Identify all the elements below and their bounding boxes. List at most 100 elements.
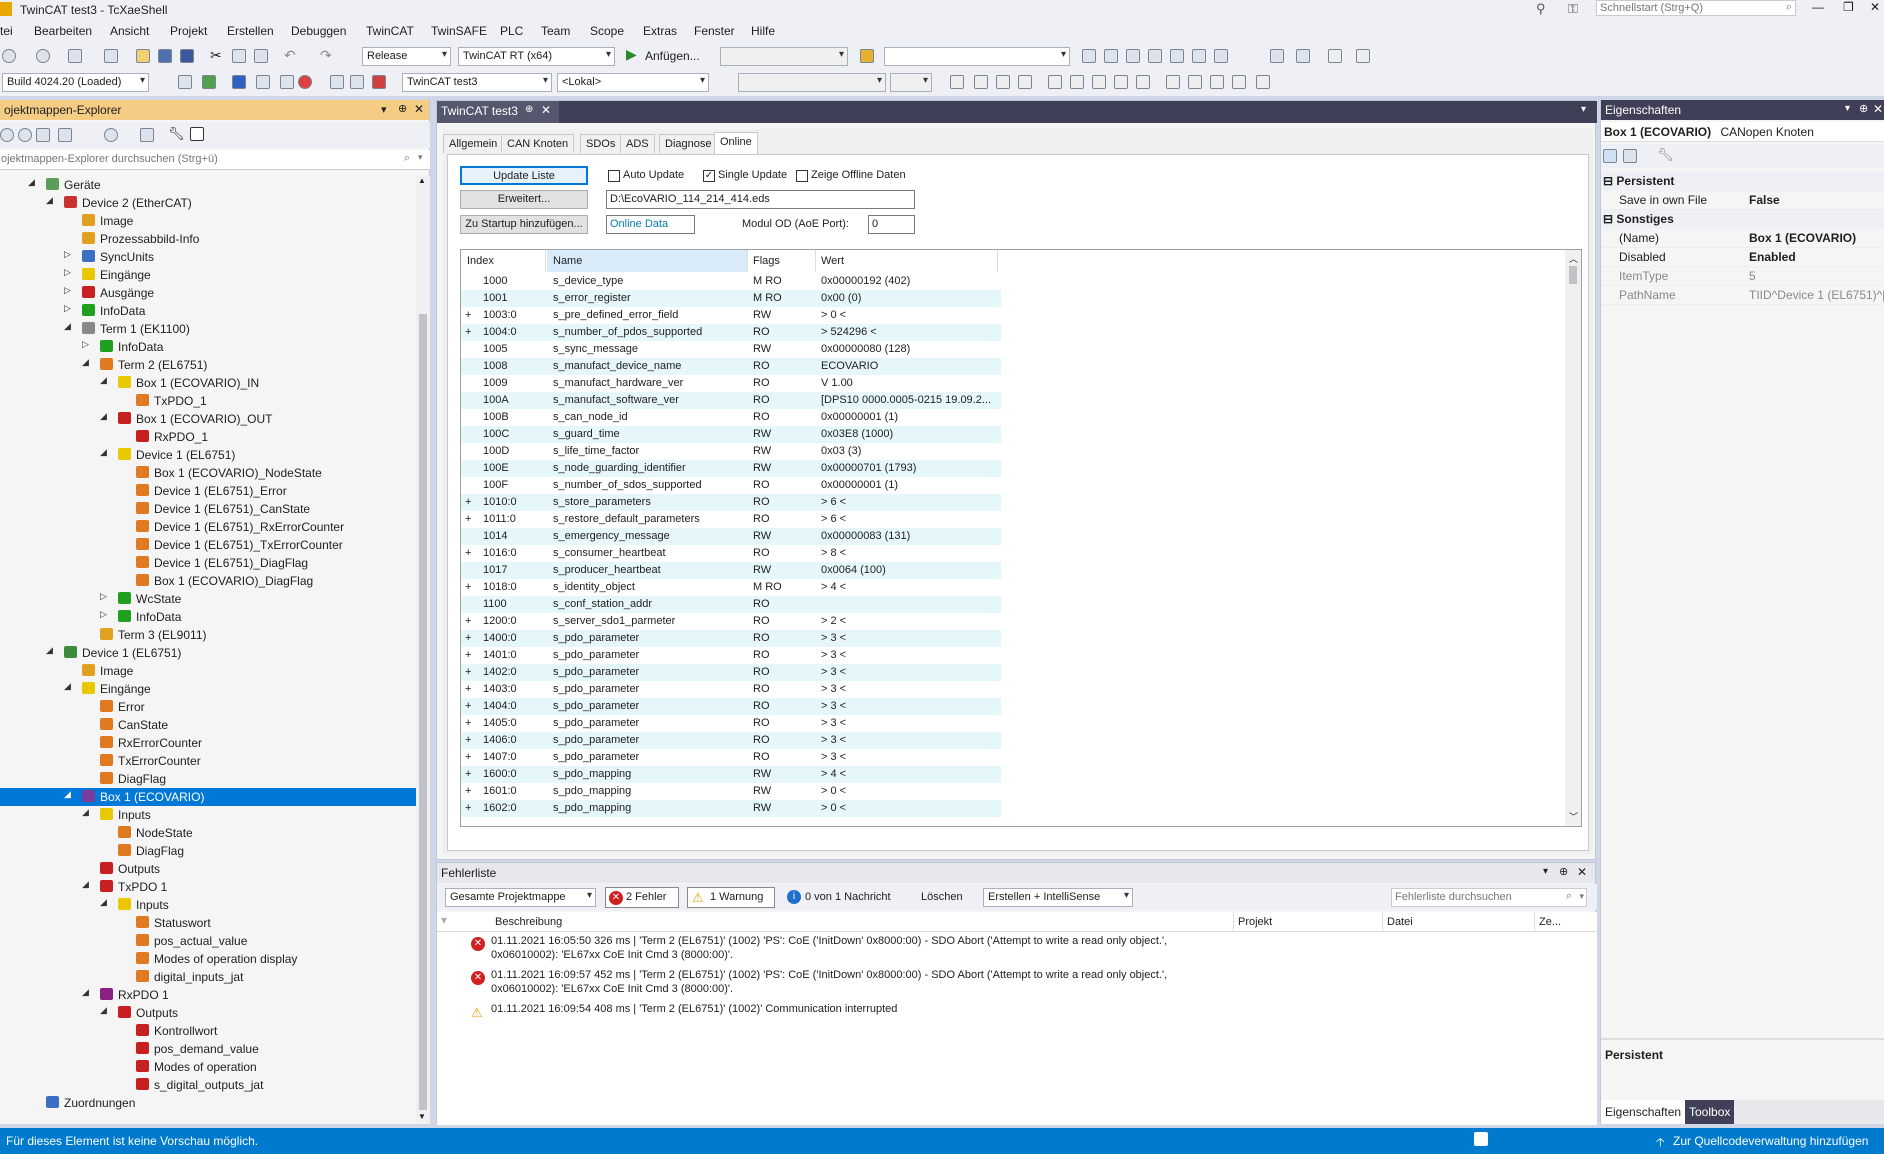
tc-icon[interactable] xyxy=(372,75,386,89)
column-header-index[interactable]: Index xyxy=(467,255,494,267)
tree-item[interactable]: ◢ Device 1 (EL6751) xyxy=(0,644,416,662)
tree-item[interactable]: ▷ Eingänge xyxy=(0,266,416,284)
sdo-row[interactable]: +1404:0 s_pdo_parameter RO > 3 < xyxy=(461,698,1001,715)
collapse-icon[interactable]: ⊟ xyxy=(1603,212,1616,226)
tree-item[interactable]: ▷ WcState xyxy=(0,590,416,608)
cut-icon[interactable]: ✂ xyxy=(210,47,222,64)
expand-toggle-icon[interactable]: ▷ xyxy=(100,609,107,620)
redo-icon[interactable]: ↷ xyxy=(320,47,332,64)
tc-icon[interactable] xyxy=(232,75,246,89)
single-update-checkbox[interactable]: ✓ xyxy=(703,170,715,182)
tree-item[interactable]: Modes of operation display xyxy=(0,950,416,968)
sdo-row[interactable]: 1005 s_sync_message RW 0x00000080 (128) xyxy=(461,341,1001,358)
tree-item[interactable]: ◢ Box 1 (ECOVARIO)_IN xyxy=(0,374,416,392)
tab-diagnose[interactable]: Diagnose xyxy=(659,134,718,153)
expand-toggle-icon[interactable]: ◢ xyxy=(100,897,107,908)
plc-bp-icon[interactable] xyxy=(1166,75,1180,89)
property-row[interactable]: (Name) Box 1 (ECOVARIO) xyxy=(1601,229,1884,248)
document-tab[interactable]: TwinCAT test3 ⊕ ✕ xyxy=(437,101,559,123)
tree-item[interactable]: TxPDO_1 xyxy=(0,392,416,410)
sdo-row[interactable]: +1401:0 s_pdo_parameter RO > 3 < xyxy=(461,647,1001,664)
sdo-row[interactable]: +1400:0 s_pdo_parameter RO > 3 < xyxy=(461,630,1001,647)
sdo-row[interactable]: 100B s_can_node_id RO 0x00000001 (1) xyxy=(461,409,1001,426)
expand-toggle-icon[interactable]: ◢ xyxy=(82,357,89,368)
tree-item[interactable]: Box 1 (ECOVARIO)_DiagFlag xyxy=(0,572,416,590)
column-header-flags[interactable]: Flags xyxy=(753,255,780,267)
sync-icon[interactable] xyxy=(58,128,72,142)
sdo-row[interactable]: 100C s_guard_time RW 0x03E8 (1000) xyxy=(461,426,1001,443)
tc-scan-icon[interactable] xyxy=(1148,49,1162,63)
plc-bp-icon[interactable] xyxy=(1232,75,1246,89)
property-category[interactable]: ⊟ Sonstiges xyxy=(1601,210,1884,229)
tree-item[interactable]: DiagFlag xyxy=(0,770,416,788)
close-icon[interactable]: ✕ xyxy=(1870,0,1880,14)
expand-toggle-icon[interactable]: ◢ xyxy=(64,789,71,800)
menu-item[interactable]: Scope xyxy=(590,24,624,38)
tc-icon[interactable] xyxy=(202,75,216,89)
tc-activate-icon[interactable] xyxy=(1082,49,1096,63)
sdo-row[interactable]: 1001 s_error_register M RO 0x00 (0) xyxy=(461,290,1001,307)
expand-toggle-icon[interactable]: ◢ xyxy=(82,987,89,998)
tree-item[interactable]: ◢ Box 1 (ECOVARIO)_OUT xyxy=(0,410,416,428)
row-expand-icon[interactable]: + xyxy=(465,496,471,508)
column-datei[interactable]: Datei xyxy=(1387,916,1413,928)
property-row[interactable]: Disabled Enabled xyxy=(1601,248,1884,267)
tree-item[interactable]: Device 1 (EL6751)_CanState xyxy=(0,500,416,518)
menu-item[interactable]: Ansicht xyxy=(110,24,149,38)
sdo-row[interactable]: +1601:0 s_pdo_mapping RW > 0 < xyxy=(461,783,1001,800)
expand-toggle-icon[interactable]: ▷ xyxy=(64,267,71,278)
tc-config-icon[interactable] xyxy=(1104,49,1118,63)
tab-toolbox[interactable]: Toolbox xyxy=(1685,1100,1735,1124)
tree-item[interactable]: Error xyxy=(0,698,416,716)
expand-toggle-icon[interactable]: ◢ xyxy=(100,411,107,422)
tree-item[interactable]: Device 1 (EL6751)_RxErrorCounter xyxy=(0,518,416,536)
row-expand-icon[interactable]: + xyxy=(465,649,471,661)
plc-stop-icon[interactable] xyxy=(996,75,1010,89)
property-pages-icon[interactable]: 🔧︎ xyxy=(1657,147,1674,163)
error-description[interactable]: 01.11.2021 16:05:50 326 ms | 'Term 2 (EL… xyxy=(491,934,1167,948)
close-icon[interactable]: ✕ xyxy=(1577,865,1587,879)
row-expand-icon[interactable]: + xyxy=(465,683,471,695)
close-icon[interactable]: ✕ xyxy=(1873,102,1883,116)
update-list-button[interactable]: Update Liste xyxy=(460,166,588,185)
tc-icon[interactable] xyxy=(280,75,294,89)
scroll-thumb[interactable] xyxy=(1569,266,1577,284)
back-icon[interactable] xyxy=(2,49,16,63)
eds-path-field[interactable]: D:\EcoVARIO_114_214_414.eds xyxy=(606,190,915,209)
sdo-row[interactable]: +1600:0 s_pdo_mapping RW > 4 < xyxy=(461,766,1001,783)
tree-item[interactable]: pos_demand_value xyxy=(0,1040,416,1058)
property-value[interactable]: Enabled xyxy=(1749,250,1796,264)
scroll-thumb[interactable] xyxy=(419,314,427,1110)
tree-item[interactable]: ◢ Inputs xyxy=(0,896,416,914)
notification-icon[interactable] xyxy=(1474,1132,1488,1146)
property-row[interactable]: PathName TIID^Device 1 (EL6751)^[... xyxy=(1601,286,1884,305)
tree-item[interactable]: ▷ Ausgänge xyxy=(0,284,416,302)
row-expand-icon[interactable]: + xyxy=(465,547,471,559)
sdo-row[interactable]: +1602:0 s_pdo_mapping RW > 0 < xyxy=(461,800,1001,817)
tree-item[interactable]: s_digital_outputs_jat xyxy=(0,1076,416,1094)
plc-task-select[interactable] xyxy=(890,73,932,92)
tc-route-icon[interactable] xyxy=(1214,49,1228,63)
find-select[interactable] xyxy=(884,47,1070,66)
plc-bp-icon[interactable] xyxy=(1188,75,1202,89)
property-value[interactable]: Box 1 (ECOVARIO) xyxy=(1749,231,1856,245)
save-icon[interactable] xyxy=(158,49,172,63)
menu-item[interactable]: Erstellen xyxy=(227,24,274,38)
explorer-search-input[interactable]: ojektmappen-Explorer durchsuchen (Strg+ü… xyxy=(0,150,430,170)
solution-config-select[interactable] xyxy=(720,47,848,66)
tree-item[interactable]: ◢ Device 2 (EtherCAT) xyxy=(0,194,416,212)
sdo-row[interactable]: +1011:0 s_restore_default_parameters RO > 6… xyxy=(461,511,1001,528)
source-control-button[interactable]: Zur Quellcodeverwaltung hinzufügen xyxy=(1673,1134,1868,1148)
forward-icon[interactable] xyxy=(36,49,50,63)
tc-icon[interactable] xyxy=(256,75,270,89)
tree-item[interactable]: ◢ Eingänge xyxy=(0,680,416,698)
module-od-input[interactable]: 0 xyxy=(868,215,915,234)
sdo-row[interactable]: +1200:0 s_server_sdo1_parmeter RO > 2 < xyxy=(461,613,1001,630)
sdo-row[interactable]: 1009 s_manufact_hardware_ver RO V 1.00 xyxy=(461,375,1001,392)
plc-step-icon[interactable] xyxy=(1070,75,1084,89)
tree-item[interactable]: pos_actual_value xyxy=(0,932,416,950)
alphabetical-icon[interactable] xyxy=(1623,149,1637,163)
expand-toggle-icon[interactable]: ◢ xyxy=(82,879,89,890)
tab-can-knoten[interactable]: CAN Knoten xyxy=(501,134,575,153)
tc-disabled-icon[interactable] xyxy=(1356,49,1370,63)
